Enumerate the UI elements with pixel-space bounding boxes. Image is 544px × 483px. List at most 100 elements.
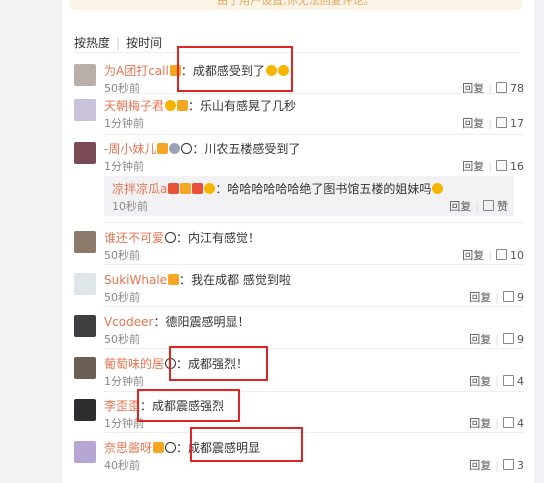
reply-button[interactable]: 回复 — [462, 117, 484, 130]
username[interactable]: SukiWhale — [104, 273, 167, 287]
action-separator: | — [495, 375, 499, 388]
like-button[interactable]: 9 — [503, 291, 524, 304]
avatar[interactable] — [74, 357, 96, 379]
comment-item: 为A团打call ：成都感受到了 50秒前 回复 | 78 — [74, 62, 524, 102]
action-separator: | — [495, 291, 499, 304]
comment-line: Vcodeer：德阳震感明显！ — [104, 315, 250, 329]
thumbs-up-icon — [503, 333, 514, 344]
timestamp: 1分钟前 — [104, 117, 144, 130]
like-button[interactable]: 3 — [503, 459, 524, 472]
action-separator: | — [475, 200, 479, 213]
member-badge-icon[interactable] — [180, 183, 192, 194]
avatar[interactable] — [74, 142, 96, 164]
divider — [104, 93, 524, 94]
timestamp: 10秒前 — [112, 200, 148, 213]
reply-button[interactable]: 回复 — [469, 417, 491, 430]
medal-icon[interactable] — [169, 143, 181, 154]
username[interactable]: Vcodeer — [104, 315, 153, 329]
thumbs-up-icon — [503, 375, 514, 386]
username[interactable]: 天朝梅子君 — [104, 99, 164, 113]
comment-item: -周小妹儿 ：川农五楼感受到了 1分钟前 回复 | 16 — [74, 140, 524, 180]
timestamp: 50秒前 — [104, 249, 140, 262]
reply-button[interactable]: 回复 — [469, 375, 491, 388]
avatar[interactable] — [74, 441, 96, 463]
comment-actions: 回复 | 10 — [462, 247, 524, 263]
fan-badge-icon[interactable] — [204, 183, 216, 194]
divider — [104, 432, 524, 433]
reply-button[interactable]: 回复 — [449, 200, 471, 213]
username[interactable]: 奈思酱呀 — [104, 441, 152, 455]
avatar[interactable] — [74, 231, 96, 253]
comment-item: 谁还不可爱 ：内江有感觉！ 50秒前 回复 | 10 — [74, 229, 524, 269]
reply-button[interactable]: 回复 — [469, 291, 491, 304]
panda-icon[interactable] — [165, 442, 177, 453]
comment-actions: 回复 | 赞 — [449, 198, 508, 214]
like-button[interactable]: 赞 — [483, 200, 508, 213]
member-badge-icon[interactable] — [153, 442, 165, 453]
comment-text: 德阳震感明显！ — [165, 315, 250, 329]
divider — [104, 134, 524, 135]
like-button[interactable]: 17 — [496, 117, 524, 130]
like-count: 17 — [510, 117, 524, 130]
action-separator: | — [495, 417, 499, 430]
like-count: 10 — [510, 249, 524, 262]
comment-item: 天朝梅子君 ：乐山有感晃了几秒 1分钟前 回复 | 17 — [74, 97, 524, 137]
comment-actions: 回复 | 16 — [462, 158, 524, 174]
username[interactable]: 谁还不可爱 — [104, 231, 164, 245]
reply-button[interactable]: 回复 — [469, 333, 491, 346]
avatar[interactable] — [74, 273, 96, 295]
timestamp: 50秒前 — [104, 333, 140, 346]
thumbs-up-icon — [496, 117, 507, 128]
username[interactable]: 凉拌凉瓜a — [112, 182, 167, 196]
divider — [104, 306, 524, 307]
thumbs-up-icon — [503, 291, 514, 302]
like-button[interactable]: 16 — [496, 160, 524, 173]
comment-text: 哈哈哈哈哈哈绝了图书馆五楼的姐妹吗 — [227, 182, 432, 196]
avatar[interactable] — [74, 64, 96, 86]
action-separator: | — [488, 249, 492, 262]
panda-icon[interactable] — [181, 143, 193, 154]
member-badge-icon[interactable] — [168, 274, 180, 285]
avatar[interactable] — [74, 315, 96, 337]
username[interactable]: 为A团打call — [104, 64, 169, 78]
action-separator: | — [488, 160, 492, 173]
divider — [104, 222, 524, 223]
highlight-box — [137, 389, 240, 422]
comment-actions: 回复 | 9 — [469, 331, 524, 347]
comment-actions: 回复 | 4 — [469, 415, 524, 431]
username[interactable]: -周小妹儿 — [104, 142, 156, 156]
sort-by-hot-tab[interactable]: 按热度 — [74, 36, 110, 50]
scrollbar[interactable] — [534, 0, 544, 483]
member-badge-icon[interactable] — [157, 143, 169, 154]
comment-actions: 回复 | 3 — [469, 457, 524, 473]
comment-line: -周小妹儿 ：川农五楼感受到了 — [104, 142, 301, 156]
highlight-box — [190, 427, 303, 462]
thumbs-up-icon — [503, 459, 514, 470]
like-count: 3 — [517, 459, 524, 472]
reply-button[interactable]: 回复 — [462, 249, 484, 262]
username[interactable]: 李歪歪 — [104, 399, 140, 413]
like-button[interactable]: 9 — [503, 333, 524, 346]
like-count: 4 — [517, 417, 524, 430]
panda-icon[interactable] — [165, 232, 177, 243]
comment-line: 谁还不可爱 ：内江有感觉！ — [104, 231, 261, 245]
reply-button[interactable]: 回复 — [462, 160, 484, 173]
timestamp: 50秒前 — [104, 291, 140, 304]
like-button[interactable]: 4 — [503, 417, 524, 430]
username[interactable]: 葡萄味的居 — [104, 357, 164, 371]
medal-icon[interactable] — [192, 183, 204, 194]
like-label: 赞 — [497, 200, 508, 213]
member-badge-icon[interactable] — [177, 100, 189, 111]
star-badge-icon[interactable] — [168, 183, 180, 194]
avatar[interactable] — [74, 399, 96, 421]
reply-button[interactable]: 回复 — [469, 459, 491, 472]
avatar[interactable] — [74, 99, 96, 121]
laughing-emoji-icon — [432, 183, 444, 194]
verified-icon[interactable] — [165, 100, 177, 111]
sort-by-time-tab[interactable]: 按时间 — [126, 36, 162, 50]
like-button[interactable]: 4 — [503, 375, 524, 388]
thumbs-up-icon — [496, 249, 507, 260]
divider — [104, 264, 524, 265]
comment-item: Vcodeer：德阳震感明显！ 50秒前 回复 | 9 — [74, 313, 524, 353]
like-button[interactable]: 10 — [496, 249, 524, 262]
